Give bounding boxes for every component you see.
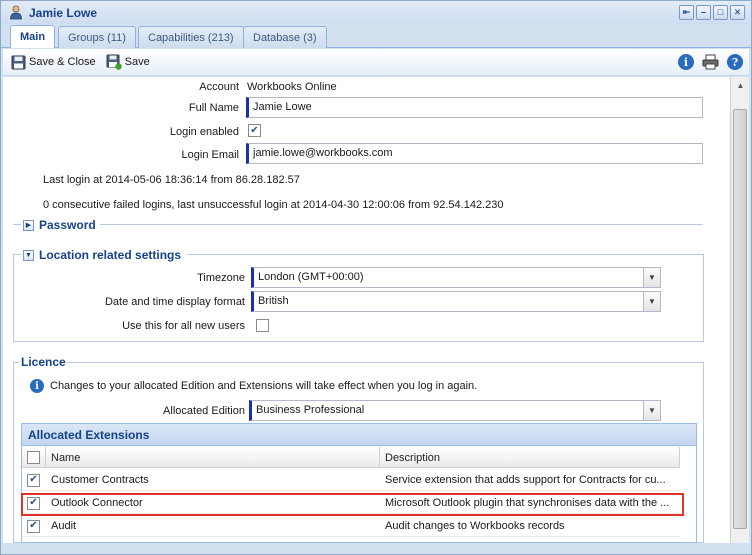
full-name-input[interactable]: Jamie Lowe (246, 97, 703, 118)
login-enabled-checkbox[interactable]: ✔ (248, 124, 261, 137)
login-email-input[interactable]: jamie.lowe@workbooks.com (246, 143, 703, 164)
tab-groups[interactable]: Groups (11) (58, 26, 136, 48)
extension-name: Audit (51, 520, 77, 532)
edition-value: Business Professional (256, 404, 365, 416)
maximize-icon[interactable]: □ (713, 5, 728, 20)
tab-label: Database (3) (253, 31, 317, 44)
info-icon: i (30, 379, 44, 393)
timezone-label: Timezone (197, 272, 245, 284)
user-icon (8, 5, 24, 21)
vertical-scrollbar[interactable]: ▲ (730, 77, 749, 543)
edition-select[interactable]: Business Professional ▼ (249, 400, 661, 421)
row-checkbox[interactable]: ✔ (27, 473, 40, 487)
password-section-title: Password (39, 218, 96, 232)
extension-description: Audit changes to Workbooks records (385, 520, 565, 532)
form-content[interactable]: Account Workbooks Online Full Name Jamie… (3, 77, 730, 543)
print-icon[interactable] (702, 54, 719, 70)
column-header-name[interactable]: Name (46, 447, 380, 468)
use-for-new-label: Use this for all new users (122, 320, 245, 332)
info-icon[interactable]: i (678, 54, 694, 70)
tab-main[interactable]: Main (10, 25, 56, 48)
use-for-new-checkbox[interactable] (256, 319, 269, 332)
login-enabled-label: Login enabled (169, 126, 239, 138)
divider (100, 224, 703, 225)
save-button[interactable]: Save (106, 54, 150, 70)
extension-name: Customer Contracts (51, 474, 149, 486)
highlight-box (21, 493, 684, 516)
tab-strip: Main Groups (11) Capabilities (213) Data… (1, 24, 751, 48)
row-checkbox[interactable]: ✔ (27, 519, 40, 533)
title-bar[interactable]: Jamie Lowe ⇤ – □ ✕ (1, 1, 751, 24)
tab-label: Groups (11) (68, 31, 126, 44)
chevron-down-icon[interactable]: ▼ (643, 268, 660, 287)
grid-title: Allocated Extensions (22, 424, 696, 446)
date-format-select[interactable]: British ▼ (251, 291, 661, 312)
tab-label: Capabilities (213) (148, 31, 234, 44)
licence-info-text: Changes to your allocated Edition and Ex… (50, 380, 478, 392)
password-section-header[interactable]: ▶ Password (23, 218, 96, 232)
tab-capabilities[interactable]: Capabilities (213) (138, 26, 244, 48)
account-value: Workbooks Online (247, 81, 337, 93)
timezone-select[interactable]: London (GMT+00:00) ▼ (251, 267, 661, 288)
last-login-text: Last login at 2014-05-06 18:36:14 from 8… (43, 174, 300, 186)
toolbar: Save & Close Save i ? (3, 49, 749, 76)
tab-database[interactable]: Database (3) (243, 26, 327, 48)
edition-label: Allocated Edition (163, 405, 245, 417)
tab-label: Main (20, 31, 46, 43)
scroll-up-icon[interactable]: ▲ (731, 77, 750, 94)
help-icon[interactable]: ? (727, 54, 743, 70)
minimize-icon[interactable]: – (696, 5, 711, 20)
failed-logins-text: 0 consecutive failed logins, last unsucc… (43, 199, 504, 211)
extension-description: Service extension that adds support for … (385, 474, 666, 486)
date-format-value: British (258, 295, 289, 307)
chevron-down-icon[interactable]: ▼ (643, 292, 660, 311)
floppy-icon (11, 55, 26, 69)
window-title: Jamie Lowe (29, 5, 98, 20)
extensions-grid: Allocated Extensions Name Description ✔ … (21, 423, 697, 543)
scrollbar-thumb[interactable] (733, 109, 747, 529)
select-all-checkbox[interactable] (27, 451, 40, 464)
date-format-label: Date and time display format (104, 296, 245, 308)
save-close-button[interactable]: Save & Close (11, 55, 96, 70)
full-name-label: Full Name (188, 102, 239, 114)
close-icon[interactable]: ✕ (730, 5, 745, 20)
pin-icon[interactable]: ⇤ (679, 5, 694, 20)
save-close-label: Save & Close (29, 56, 96, 68)
divider (13, 224, 21, 225)
column-header-description[interactable]: Description (380, 447, 680, 468)
chevron-down-icon[interactable]: ▼ (643, 401, 660, 420)
login-email-label: Login Email (181, 149, 239, 161)
save-label: Save (124, 56, 150, 68)
expand-icon[interactable]: ▶ (23, 219, 34, 231)
window-footer (3, 543, 749, 554)
table-row[interactable]: ✔ Customer Contracts Service extension t… (22, 469, 680, 491)
select-all-cell (22, 447, 46, 468)
user-window: Jamie Lowe ⇤ – □ ✕ Main Groups (11) Capa… (0, 0, 752, 555)
grid-header: Name Description (22, 447, 680, 468)
account-label: Account (199, 81, 239, 93)
floppy-save-icon (106, 54, 122, 70)
timezone-value: London (GMT+00:00) (258, 271, 364, 283)
table-row[interactable]: ✔ Audit Audit changes to Workbooks recor… (22, 515, 680, 537)
